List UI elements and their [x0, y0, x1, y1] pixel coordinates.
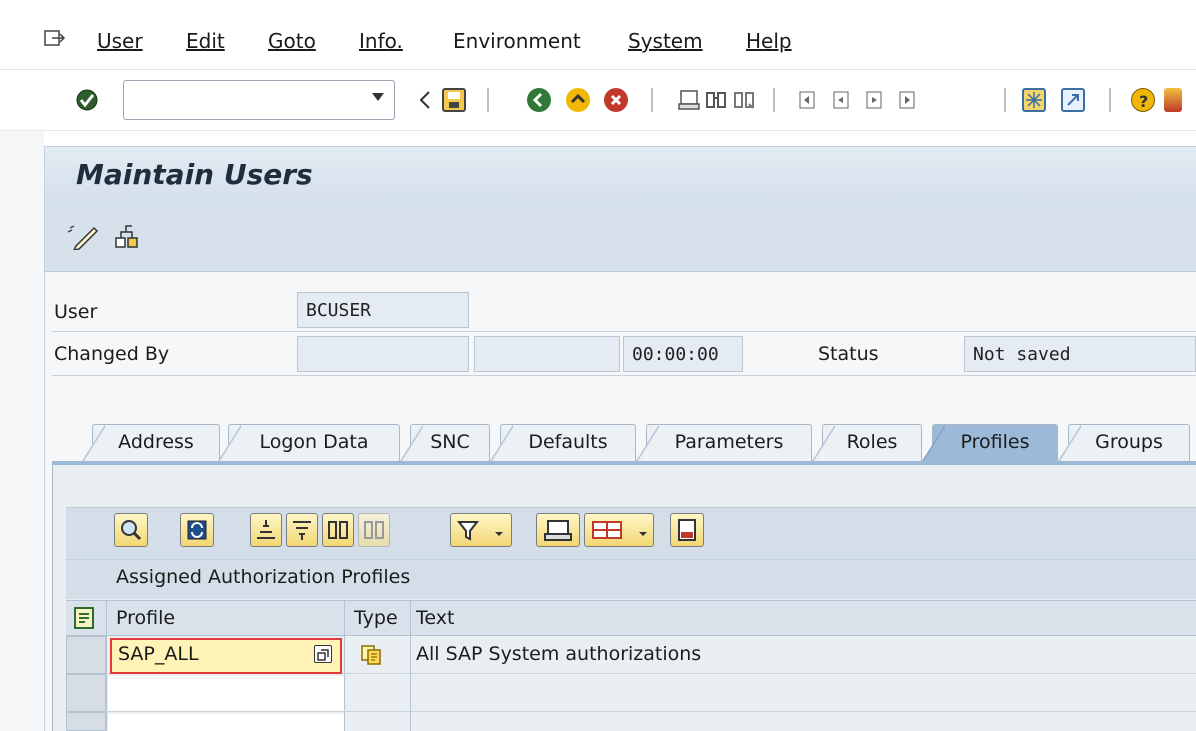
tab-parameters[interactable]: Parameters — [635, 424, 812, 463]
changed-date-field — [474, 336, 620, 372]
tab-roles[interactable]: Roles — [811, 424, 922, 463]
back-arrow-icon[interactable] — [418, 90, 432, 110]
exit-icon[interactable] — [566, 88, 590, 112]
select-all-icon[interactable] — [72, 606, 98, 630]
details-icon[interactable] — [114, 513, 148, 547]
toolbar-separator — [487, 88, 489, 112]
tab-groups[interactable]: Groups — [1057, 424, 1190, 463]
row-divider — [52, 331, 1196, 332]
profile-cell[interactable]: SAP_ALL — [110, 638, 342, 674]
save-icon[interactable] — [442, 88, 466, 112]
profile-text: All SAP System authorizations — [416, 643, 702, 665]
tab-label: Profiles — [960, 431, 1030, 453]
last-page-icon[interactable] — [895, 88, 919, 112]
changed-time-field: 00:00:00 — [623, 336, 743, 372]
export-icon[interactable] — [670, 513, 704, 547]
tab-label: Address — [118, 431, 194, 453]
tab-label: Roles — [846, 431, 898, 453]
user-label: User — [54, 301, 98, 323]
column-header-text[interactable]: Text — [416, 607, 454, 629]
row-divider — [52, 375, 1196, 376]
user-field: BCUSER — [297, 292, 469, 328]
menu-info[interactable]: Info. — [359, 29, 403, 53]
documentation-icon[interactable] — [112, 222, 142, 252]
menu-edit[interactable]: Edit — [186, 29, 225, 53]
find-next-icon[interactable] — [732, 88, 756, 112]
row-selector[interactable] — [66, 636, 106, 674]
page-title: Maintain Users — [76, 158, 313, 191]
menu-toggle-icon[interactable] — [44, 30, 66, 48]
toolbar-separator — [1004, 88, 1006, 112]
toolbar-separator — [651, 88, 653, 112]
find-icon[interactable] — [704, 88, 728, 112]
profile-value: SAP_ALL — [118, 643, 199, 665]
first-page-icon[interactable] — [795, 88, 819, 112]
enter-icon[interactable] — [75, 88, 99, 112]
menu-goto-label: Goto — [268, 29, 316, 53]
changed-by-label: Changed By — [54, 343, 170, 365]
status-label: Status — [818, 343, 879, 365]
tab-label: Groups — [1095, 431, 1163, 453]
menu-user-label: User — [97, 29, 143, 53]
change-icon[interactable] — [66, 224, 100, 252]
tab-label: SNC — [430, 431, 470, 453]
toolbar-separator — [1109, 88, 1111, 112]
menu-info-label: Info. — [359, 29, 403, 53]
value-help-icon[interactable] — [314, 645, 332, 663]
table-title: Assigned Authorization Profiles — [116, 566, 411, 588]
print-icon[interactable] — [677, 88, 701, 112]
menu-help[interactable]: Help — [746, 29, 792, 53]
find-next-icon[interactable] — [358, 513, 390, 547]
next-page-icon[interactable] — [862, 88, 886, 112]
empty-profile-cell[interactable] — [108, 676, 344, 711]
menu-user[interactable]: User — [97, 29, 143, 53]
column-header-profile[interactable]: Profile — [116, 607, 175, 629]
customize-layout-icon[interactable] — [1164, 88, 1182, 112]
command-input[interactable] — [128, 82, 358, 118]
status-field: Not saved — [964, 336, 1196, 372]
row-selector[interactable] — [66, 674, 106, 712]
tab-label: Parameters — [674, 431, 784, 453]
back-icon[interactable] — [527, 88, 551, 112]
tab-profiles[interactable]: Profiles — [921, 424, 1058, 463]
svg-text:?: ? — [1139, 92, 1148, 111]
menu-goto[interactable]: Goto — [268, 29, 316, 53]
print-icon[interactable] — [536, 513, 580, 547]
menu-help-label: Help — [746, 29, 792, 53]
screen-gutter — [0, 131, 44, 731]
sort-ascending-icon[interactable] — [250, 513, 282, 547]
tab-logon-data[interactable]: Logon Data — [217, 424, 400, 463]
cancel-icon[interactable] — [604, 88, 628, 112]
menu-bar: User Edit Goto Info. Environment System … — [0, 0, 1196, 70]
chevron-down-icon[interactable] — [372, 93, 384, 101]
menu-environment[interactable]: Environment — [453, 29, 581, 53]
filter-icon[interactable] — [450, 513, 512, 547]
menu-system-label: System — [628, 29, 703, 53]
toolbar-separator — [773, 88, 775, 112]
menu-edit-label: Edit — [186, 29, 225, 53]
tab-snc[interactable]: SNC — [399, 424, 490, 463]
find-icon[interactable] — [322, 513, 354, 547]
refresh-icon[interactable] — [180, 513, 214, 547]
tab-label: Logon Data — [259, 431, 369, 453]
previous-page-icon[interactable] — [829, 88, 853, 112]
changed-by-field — [297, 336, 469, 372]
application-toolbar — [44, 208, 1196, 272]
table-header — [66, 600, 1196, 636]
new-session-icon[interactable] — [1022, 88, 1046, 112]
sort-descending-icon[interactable] — [286, 513, 318, 547]
help-icon[interactable]: ? — [1131, 88, 1155, 112]
tab-address[interactable]: Address — [81, 424, 220, 463]
menu-system[interactable]: System — [628, 29, 703, 53]
command-field[interactable] — [123, 80, 395, 120]
shortcut-icon[interactable] — [1061, 88, 1085, 112]
column-header-type[interactable]: Type — [354, 607, 398, 629]
empty-profile-cell[interactable] — [108, 714, 344, 731]
tab-defaults[interactable]: Defaults — [489, 424, 636, 463]
row-selector[interactable] — [66, 712, 106, 731]
composite-profile-icon — [360, 644, 382, 666]
menu-environment-label: Environment — [453, 29, 581, 53]
tab-label: Defaults — [528, 431, 608, 453]
layout-icon[interactable] — [584, 513, 654, 547]
